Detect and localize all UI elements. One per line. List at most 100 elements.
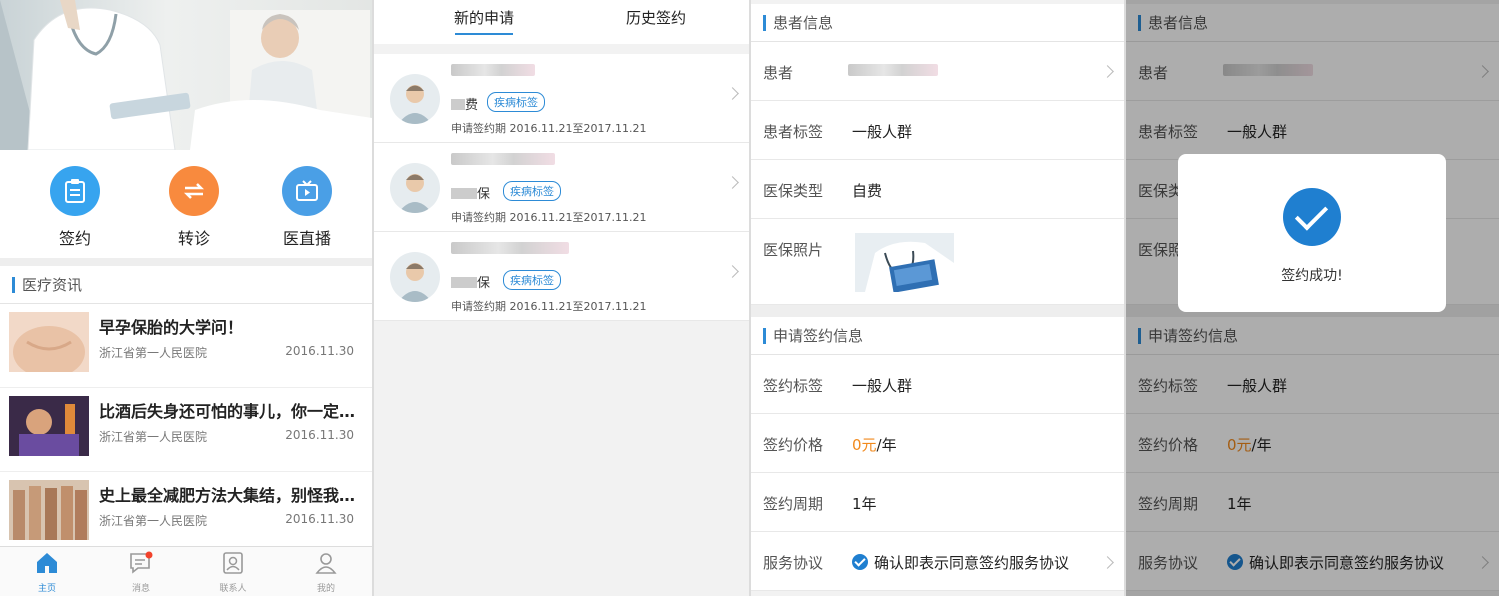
insurance-type-row: 医保类型 自费 — [751, 160, 1124, 219]
patient-section-header: 患者信息 — [751, 4, 1124, 42]
request-period: 申请签约期 2016.11.21至2017.11.21 — [451, 211, 647, 224]
quick-transfer-button[interactable]: 转诊 — [154, 166, 234, 249]
message-icon — [130, 551, 153, 574]
success-dialog: 签约成功! — [1178, 154, 1446, 312]
chevron-right-icon — [726, 87, 739, 100]
sign-detail-screen: 患者信息 患者 患者标签 一般人群 医保类型 自费 医保照片 申请签约信息 签约… — [751, 0, 1124, 596]
section-accent-bar — [763, 327, 766, 344]
tab-profile-label: 我的 — [316, 584, 335, 594]
active-tab-indicator — [455, 33, 513, 35]
insurance-type-value: 自费 — [852, 182, 883, 200]
news-thumbnail — [9, 480, 89, 540]
request-item[interactable]: 费 疾病标签 申请签约期 2016.11.21至2017.11.21 — [374, 54, 749, 143]
tab-history[interactable]: 历史签约 — [626, 7, 686, 28]
insurance-photo[interactable] — [855, 233, 954, 293]
quick-sign-button[interactable]: 签约 — [35, 166, 115, 249]
patient-tag-row: 患者标签 一般人群 — [751, 101, 1124, 160]
tab-home-label: 主页 — [37, 584, 56, 594]
chevron-right-icon — [1101, 556, 1114, 569]
agreement-label: 服务协议 — [763, 554, 824, 572]
request-list-screen: 新的申请 历史签约 费 疾病标签 申请签约期 2016.11.21至2017.1… — [374, 0, 749, 596]
check-circle-icon[interactable] — [852, 554, 868, 570]
insurance-type: 保 — [451, 183, 490, 202]
news-source: 浙江省第一人民医院 — [99, 430, 208, 444]
modal-overlay[interactable]: 签约成功! — [1126, 0, 1499, 596]
agreement-text: 确认即表示同意签约服务协议 — [874, 554, 1070, 572]
insurance-photo-row: 医保照片 — [751, 219, 1124, 305]
home-screen: 签约 转诊 医直播 医疗资讯 早孕保胎的大学问！ 浙江省第一人民医院 2016.… — [0, 0, 372, 596]
sign-cycle-label: 签约周期 — [763, 495, 824, 513]
quick-transfer-label: 转诊 — [177, 229, 210, 248]
section-accent-bar — [12, 276, 15, 293]
request-item[interactable]: 保 疾病标签 申请签约期 2016.11.21至2017.11.21 — [374, 143, 749, 232]
sign-price-value: 0元/年 — [852, 434, 897, 455]
tab-home[interactable]: 主页 — [7, 551, 87, 594]
quick-live-label: 医直播 — [282, 229, 331, 248]
quick-actions: 签约 转诊 医直播 — [0, 150, 372, 258]
tab-contacts-label: 联系人 — [219, 584, 247, 594]
agreement-row[interactable]: 服务协议 确认即表示同意签约服务协议 — [751, 532, 1124, 591]
banner-image[interactable] — [0, 0, 372, 150]
patient-tag-label: 患者标签 — [763, 123, 824, 141]
contacts-icon — [223, 552, 243, 574]
news-item[interactable]: 早孕保胎的大学问！ 浙江省第一人民医院 2016.11.30 — [0, 304, 372, 388]
price-unit: /年 — [876, 436, 897, 454]
success-check-icon — [1283, 188, 1341, 246]
news-title: 早孕保胎的大学问！ — [99, 318, 244, 337]
price-amount: 0元 — [852, 436, 877, 454]
agreement-value: 确认即表示同意签约服务协议 — [852, 552, 1069, 573]
news-title: 史上最全减肥方法大集结，别怪我… — [99, 486, 356, 505]
sign-tag-value: 一般人群 — [852, 377, 913, 395]
sign-section-header: 申请签约信息 — [751, 317, 1124, 355]
sign-cycle-row: 签约周期 1年 — [751, 473, 1124, 532]
tab-messages-label: 消息 — [131, 584, 150, 594]
news-item[interactable]: 史上最全减肥方法大集结，别怪我… 浙江省第一人民医院 2016.11.30 — [0, 472, 372, 556]
quick-live-button[interactable]: 医直播 — [267, 166, 347, 249]
disease-tag: 疾病标签 — [503, 181, 561, 201]
home-icon — [37, 553, 57, 573]
bottom-tab-bar: 主页 消息 联系人 我的 — [0, 546, 372, 596]
profile-icon — [315, 553, 337, 574]
chevron-right-icon — [726, 176, 739, 189]
news-source: 浙江省第一人民医院 — [99, 346, 208, 360]
request-tabs: 新的申请 历史签约 — [374, 0, 749, 44]
news-section-title: 医疗资讯 — [22, 276, 83, 294]
insurance-type: 保 — [451, 272, 490, 291]
news-section-header: 医疗资讯 — [0, 266, 372, 304]
request-item[interactable]: 保 疾病标签 申请签约期 2016.11.21至2017.11.21 — [374, 232, 749, 321]
tab-messages[interactable]: 消息 — [101, 551, 181, 594]
patient-name-redacted — [451, 64, 535, 76]
avatar — [390, 163, 440, 213]
sign-section-title: 申请签约信息 — [773, 327, 864, 345]
news-source: 浙江省第一人民医院 — [99, 514, 208, 528]
tab-new-requests[interactable]: 新的申请 — [454, 7, 514, 28]
patient-name-redacted — [451, 242, 569, 254]
patient-section-title: 患者信息 — [773, 14, 834, 32]
sign-success-screen: 患者信息 患者 患者标签 一般人群 医保类型 自费 医保照片 申请签约信息 签约… — [1126, 0, 1499, 596]
live-icon — [282, 166, 332, 216]
news-thumbnail — [9, 312, 89, 372]
tab-profile[interactable]: 我的 — [286, 551, 366, 594]
chevron-right-icon — [726, 265, 739, 278]
tab-contacts[interactable]: 联系人 — [193, 551, 273, 594]
disease-tag: 疾病标签 — [503, 270, 561, 290]
patient-row[interactable]: 患者 — [751, 42, 1124, 101]
transfer-icon — [169, 166, 219, 216]
sign-icon — [50, 166, 100, 216]
divider — [751, 305, 1124, 317]
success-message: 签约成功! — [1281, 268, 1343, 284]
disease-tag: 疾病标签 — [487, 92, 545, 112]
news-item[interactable]: 比酒后失身还可怕的事儿，你一定… 浙江省第一人民医院 2016.11.30 — [0, 388, 372, 472]
request-period: 申请签约期 2016.11.21至2017.11.21 — [451, 300, 647, 313]
news-date: 2016.11.30 — [285, 344, 354, 358]
section-accent-bar — [763, 14, 766, 31]
insurance-type-label: 医保类型 — [763, 182, 824, 200]
sign-price-row: 签约价格 0元/年 — [751, 414, 1124, 473]
insurance-type: 费 — [451, 94, 478, 113]
divider — [0, 258, 372, 266]
insurance-photo-label: 医保照片 — [763, 241, 824, 259]
quick-sign-label: 签约 — [58, 229, 91, 248]
news-title: 比酒后失身还可怕的事儿，你一定… — [99, 402, 356, 421]
news-thumbnail — [9, 396, 89, 456]
patient-tag-value: 一般人群 — [852, 123, 913, 141]
